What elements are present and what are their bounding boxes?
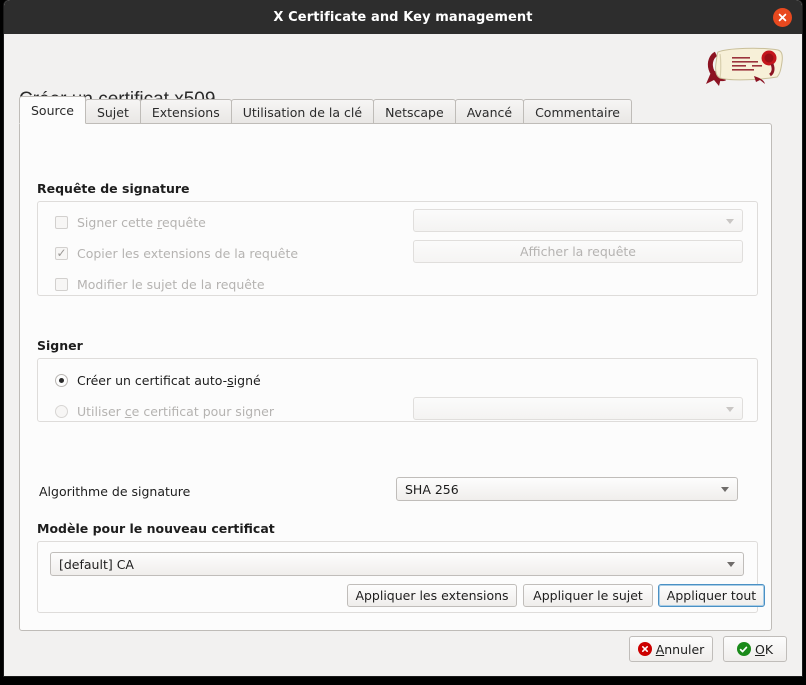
show-request-button[interactable]: Afficher la requête: [413, 240, 743, 263]
modify-request-subject-checkbox[interactable]: [55, 278, 68, 291]
tab-key-usage[interactable]: Utilisation de la clé: [230, 99, 375, 124]
request-select-combo[interactable]: [413, 209, 743, 232]
tab-panel-source: Requête de signature Signer cette requêt…: [19, 123, 772, 631]
window-title: X Certificate and Key management: [273, 9, 533, 25]
dialog-action-bar: Annuler OK: [4, 628, 802, 676]
certificate-scroll-logo: [698, 42, 790, 90]
signature-algorithm-label: Algorithme de signature: [39, 484, 191, 499]
sign-group: Signer Créer un certificat auto-signé Ut…: [37, 339, 758, 422]
apply-extensions-button-label: Appliquer les extensions: [355, 588, 509, 603]
sign-this-request-checkbox-row[interactable]: Signer cette requête: [55, 215, 206, 230]
close-icon[interactable]: [773, 8, 792, 27]
cancel-button-label: Annuler: [655, 641, 705, 657]
modify-request-subject-checkbox-row[interactable]: Modifier le sujet de la requête: [55, 277, 265, 292]
dialog-body: Créer un certificat x509: [4, 34, 802, 676]
tab-netscape[interactable]: Netscape: [373, 99, 456, 124]
ok-icon: [736, 642, 751, 656]
use-certificate-radio-row[interactable]: Utiliser ce certificat pour signer: [55, 404, 274, 419]
signing-request-group: Requête de signature Signer cette requêt…: [37, 182, 758, 296]
template-group: Modèle pour le nouveau certificat [defau…: [37, 521, 765, 613]
sign-this-request-checkbox[interactable]: [55, 216, 68, 229]
radio-dot-icon: [59, 378, 64, 383]
apply-subject-button[interactable]: Appliquer le sujet: [523, 584, 653, 607]
template-group-title: Modèle pour le nouveau certificat: [37, 521, 275, 536]
apply-subject-button-label: Appliquer le sujet: [533, 588, 643, 603]
template-combo-value: [default] CA: [59, 556, 134, 572]
show-request-button-label: Afficher la requête: [519, 244, 637, 259]
use-certificate-label: Utiliser ce certificat pour signer: [77, 404, 274, 419]
template-combo[interactable]: [default] CA: [50, 552, 744, 576]
cancel-icon: [637, 642, 652, 656]
tab-extensions[interactable]: Extensions: [139, 99, 232, 124]
tab-source[interactable]: Source: [19, 96, 86, 124]
signature-algorithm-value: SHA 256: [405, 481, 459, 497]
checkmark-icon: ✓: [56, 246, 67, 260]
tab-sujet[interactable]: Sujet: [84, 99, 141, 124]
ok-button[interactable]: OK: [723, 636, 787, 662]
apply-all-button-label: Appliquer tout: [666, 588, 757, 603]
copy-request-extensions-label: Copier les extensions de la requête: [77, 246, 299, 261]
copy-request-extensions-checkbox[interactable]: ✓: [55, 247, 68, 260]
use-certificate-radio[interactable]: [55, 405, 68, 418]
tab-bar: Source Sujet Extensions Utilisation de l…: [19, 96, 632, 124]
signing-request-group-title: Requête de signature: [37, 181, 190, 196]
title-bar: X Certificate and Key management: [4, 0, 802, 34]
copy-request-extensions-checkbox-row[interactable]: ✓ Copier les extensions de la requête: [55, 246, 298, 261]
cancel-button[interactable]: Annuler: [629, 636, 713, 662]
sign-this-request-label: Signer cette requête: [77, 215, 206, 230]
signature-algorithm-combo[interactable]: SHA 256: [396, 477, 738, 501]
modify-request-subject-label: Modifier le sujet de la requête: [77, 277, 265, 292]
chevron-down-icon: [721, 487, 729, 492]
chevron-down-icon: [726, 218, 734, 224]
chevron-down-icon: [726, 406, 734, 412]
tab-advanced[interactable]: Avancé: [454, 99, 525, 124]
self-signed-radio-row[interactable]: Créer un certificat auto-signé: [55, 373, 261, 388]
sign-group-title: Signer: [37, 338, 83, 353]
dialog-window: X Certificate and Key management Créer u…: [4, 0, 802, 676]
self-signed-label: Créer un certificat auto-signé: [77, 373, 261, 388]
self-signed-radio[interactable]: [55, 374, 68, 387]
apply-all-button[interactable]: Appliquer tout: [658, 584, 765, 607]
chevron-down-icon: [727, 562, 735, 567]
ok-button-label: OK: [754, 641, 774, 657]
signer-certificate-combo[interactable]: [413, 397, 743, 420]
apply-extensions-button[interactable]: Appliquer les extensions: [347, 584, 517, 607]
tab-comment[interactable]: Commentaire: [523, 99, 632, 124]
